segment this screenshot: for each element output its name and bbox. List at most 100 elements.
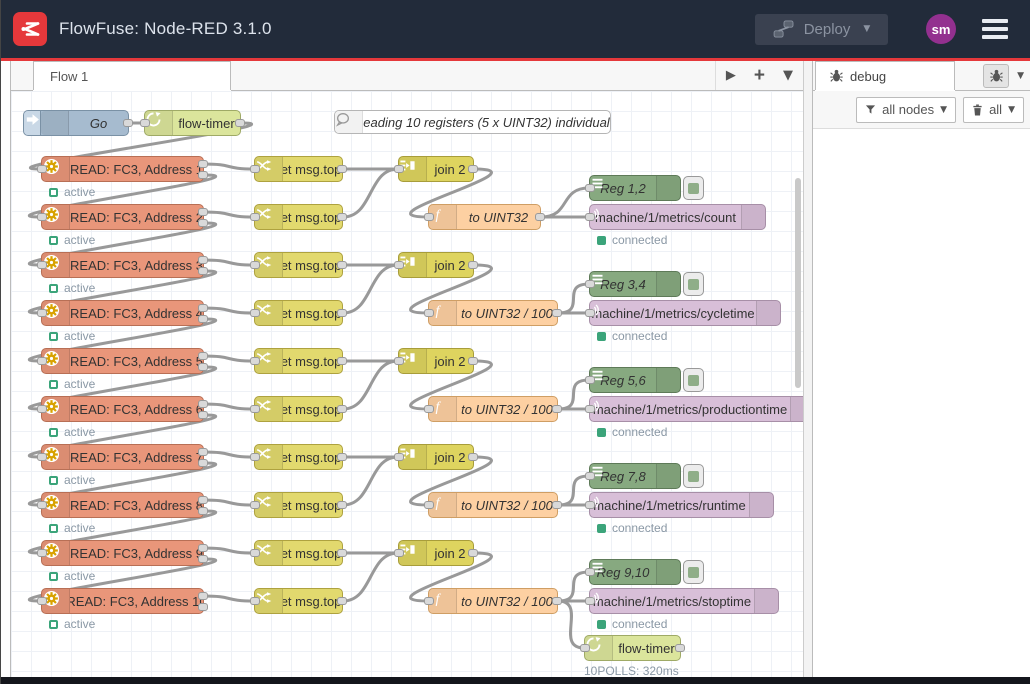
- port[interactable]: [585, 472, 595, 480]
- port[interactable]: [394, 261, 404, 269]
- wire[interactable]: [343, 361, 398, 409]
- node-mq3[interactable]: machine/1/metrics/productiontime: [589, 396, 803, 422]
- port[interactable]: [198, 603, 208, 611]
- port[interactable]: [198, 304, 208, 312]
- port[interactable]: [468, 549, 478, 557]
- wire[interactable]: [204, 548, 254, 553]
- node-set1[interactable]: set msg.topic: [254, 156, 343, 182]
- port[interactable]: [424, 501, 434, 509]
- node-set8[interactable]: set msg.topic: [254, 492, 343, 518]
- node-comment[interactable]: Reading 10 registers (5 x UINT32) indivi…: [334, 110, 611, 134]
- port[interactable]: [37, 405, 47, 413]
- port[interactable]: [198, 171, 208, 179]
- wire[interactable]: [204, 500, 254, 505]
- node-fn4[interactable]: fto UINT32 / 100: [428, 492, 558, 518]
- port[interactable]: [337, 405, 347, 413]
- node-fn5[interactable]: fto UINT32 / 100: [428, 588, 558, 614]
- port[interactable]: [337, 357, 347, 365]
- port[interactable]: [198, 507, 208, 515]
- port[interactable]: [337, 213, 347, 221]
- port[interactable]: [140, 119, 150, 127]
- port[interactable]: [585, 184, 595, 192]
- node-read4[interactable]: READ: FC3, Address 4: [41, 300, 204, 326]
- port[interactable]: [468, 357, 478, 365]
- node-timer-top[interactable]: flow-timer: [144, 110, 241, 136]
- node-timer-bottom[interactable]: flow-timer: [584, 635, 681, 661]
- node-mq4[interactable]: machine/1/metrics/runtime: [589, 492, 774, 518]
- port[interactable]: [580, 644, 590, 652]
- port[interactable]: [424, 405, 434, 413]
- port[interactable]: [337, 501, 347, 509]
- port[interactable]: [585, 309, 595, 317]
- wire[interactable]: [204, 404, 254, 409]
- wire[interactable]: [204, 164, 254, 169]
- debug-pane-toggle-button[interactable]: [983, 64, 1009, 88]
- port[interactable]: [198, 219, 208, 227]
- node-set6[interactable]: set msg.topic: [254, 396, 343, 422]
- port[interactable]: [552, 309, 562, 317]
- port[interactable]: [250, 165, 260, 173]
- port[interactable]: [198, 352, 208, 360]
- deploy-button[interactable]: Deploy ▼: [755, 14, 888, 45]
- debug-toggle-button[interactable]: [683, 176, 704, 200]
- tab-debug[interactable]: debug: [815, 61, 955, 90]
- node-read9[interactable]: READ: FC3, Address 9: [41, 540, 204, 566]
- port[interactable]: [394, 549, 404, 557]
- port[interactable]: [552, 597, 562, 605]
- wire[interactable]: [204, 260, 254, 265]
- port[interactable]: [337, 261, 347, 269]
- sidebar-menu-caret-button[interactable]: ▼: [1017, 71, 1024, 81]
- flow-canvas[interactable]: Goflow-timerReading 10 registers (5 x UI…: [11, 91, 803, 677]
- node-read2[interactable]: READ: FC3, Address 2: [41, 204, 204, 230]
- port[interactable]: [585, 568, 595, 576]
- port[interactable]: [198, 459, 208, 467]
- port[interactable]: [37, 261, 47, 269]
- port[interactable]: [37, 357, 47, 365]
- palette-collapsed-strip[interactable]: [1, 61, 11, 677]
- wire[interactable]: [343, 169, 398, 217]
- port[interactable]: [337, 165, 347, 173]
- wire[interactable]: [204, 356, 254, 361]
- tab-scroll-button[interactable]: ▶: [726, 68, 736, 83]
- port[interactable]: [198, 400, 208, 408]
- debug-toggle-button[interactable]: [683, 560, 704, 584]
- node-read6[interactable]: READ: FC3, Address 6: [41, 396, 204, 422]
- port[interactable]: [337, 309, 347, 317]
- wire[interactable]: [558, 284, 589, 313]
- port[interactable]: [552, 405, 562, 413]
- add-flow-button[interactable]: +: [754, 66, 765, 85]
- port[interactable]: [552, 501, 562, 509]
- wire[interactable]: [343, 457, 398, 505]
- debug-toggle-button[interactable]: [683, 368, 704, 392]
- port[interactable]: [37, 597, 47, 605]
- port[interactable]: [250, 357, 260, 365]
- node-set2[interactable]: set msg.topic: [254, 204, 343, 230]
- port[interactable]: [37, 309, 47, 317]
- wire[interactable]: [558, 601, 584, 648]
- node-read3[interactable]: READ: FC3, Address 3: [41, 252, 204, 278]
- port[interactable]: [585, 376, 595, 384]
- port[interactable]: [198, 363, 208, 371]
- port[interactable]: [424, 213, 434, 221]
- node-mq2[interactable]: machine/1/metrics/cycletime: [589, 300, 781, 326]
- wire[interactable]: [204, 452, 254, 457]
- port[interactable]: [198, 544, 208, 552]
- node-read5[interactable]: READ: FC3, Address 5: [41, 348, 204, 374]
- user-avatar[interactable]: sm: [926, 14, 956, 44]
- wire[interactable]: [541, 188, 589, 217]
- port[interactable]: [37, 549, 47, 557]
- node-mq5[interactable]: machine/1/metrics/stoptime: [589, 588, 779, 614]
- port[interactable]: [37, 501, 47, 509]
- node-set5[interactable]: set msg.topic: [254, 348, 343, 374]
- node-join4[interactable]: join 2: [398, 444, 474, 470]
- port[interactable]: [394, 165, 404, 173]
- port[interactable]: [468, 453, 478, 461]
- node-join2[interactable]: join 2: [398, 252, 474, 278]
- port[interactable]: [198, 256, 208, 264]
- node-read8[interactable]: READ: FC3, Address 8: [41, 492, 204, 518]
- tab-flow-1[interactable]: Flow 1: [33, 61, 231, 90]
- wire[interactable]: [343, 265, 398, 313]
- canvas-scrollbar-thumb[interactable]: [795, 178, 801, 388]
- port[interactable]: [585, 213, 595, 221]
- debug-toggle-button[interactable]: [683, 272, 704, 296]
